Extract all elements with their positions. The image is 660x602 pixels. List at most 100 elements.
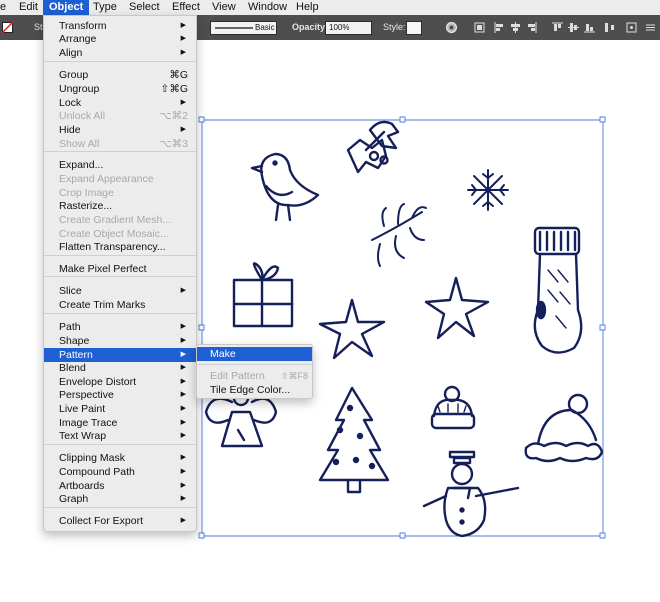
menu-item-label: Create Object Mosaic...	[59, 228, 169, 240]
submenu-arrow-icon: ▶	[180, 517, 186, 524]
menu-item-label: Perspective	[59, 389, 114, 401]
menu-item-label: Create Trim Marks	[59, 299, 146, 311]
angel-doodle-icon	[204, 389, 278, 448]
submenu-arrow-icon: ▶	[180, 432, 186, 439]
menu-item-envelope-distort[interactable]: Envelope Distort ▶	[44, 375, 196, 389]
brush-label: Basic	[255, 23, 275, 32]
menu-separator	[44, 444, 196, 445]
selection-bounding-box[interactable]	[198, 116, 606, 539]
align-to-icon[interactable]	[474, 22, 485, 33]
menu-item-unlock-all: Unlock All ⌥⌘2	[44, 109, 196, 123]
align-center-icon[interactable]	[510, 22, 521, 33]
menu-separator	[44, 507, 196, 508]
branch-doodle-icon	[371, 203, 427, 267]
align-bottom-icon[interactable]	[584, 22, 595, 33]
transform-icon[interactable]	[626, 22, 637, 33]
submenu-item-label: Tile Edge Color...	[210, 384, 291, 396]
stroke-none-icon[interactable]	[2, 22, 13, 33]
menu-type[interactable]: Type	[93, 0, 117, 15]
brush-definition-dropdown[interactable]: Basic	[210, 21, 277, 35]
menu-item-label: Lock	[59, 97, 82, 109]
submenu-arrow-icon: ▶	[180, 495, 186, 502]
menu-item-label: Rasterize...	[59, 200, 113, 212]
menu-item-image-trace[interactable]: Image Trace ▶	[44, 416, 196, 430]
submenu-arrow-icon: ▶	[180, 49, 186, 56]
menu-window[interactable]: Window	[248, 0, 287, 15]
menu-item-show-all: Show All ⌥⌘3	[44, 137, 196, 151]
menu-object[interactable]: Object	[43, 0, 90, 15]
menu-item-label: Align	[59, 47, 83, 59]
recolor-artwork-icon[interactable]	[446, 22, 457, 33]
menu-item-create-object-mosaic: Create Object Mosaic...	[44, 227, 196, 241]
menu-item-group[interactable]: Group ⌘G	[44, 68, 196, 82]
menu-item-slice[interactable]: Slice ▶	[44, 284, 196, 298]
menu-item-ungroup[interactable]: Ungroup ⇧⌘G	[44, 82, 196, 96]
submenu-arrow-icon: ▶	[180, 287, 186, 294]
menu-item-text-wrap[interactable]: Text Wrap ▶	[44, 429, 196, 443]
star-doodle-icon	[424, 276, 490, 340]
menu-item-label: Crop Image	[59, 187, 114, 199]
distribute-icon[interactable]	[604, 22, 615, 33]
menu-item-label: Hide	[59, 124, 81, 136]
menu-item-label: Expand...	[59, 159, 104, 171]
submenu-item-shortcut: ⇧⌘F8	[280, 371, 308, 381]
menu-item-compound-path[interactable]: Compound Path ▶	[44, 465, 196, 479]
submenu-arrow-icon: ▶	[180, 351, 186, 358]
graphic-style-swatch[interactable]	[406, 21, 422, 35]
menu-item-expand-appearance: Expand Appearance	[44, 172, 196, 186]
menu-item-lock[interactable]: Lock ▶	[44, 96, 196, 110]
menu-item-path[interactable]: Path ▶	[44, 320, 196, 334]
menu-effect[interactable]: Effect	[172, 0, 200, 15]
align-right-icon[interactable]	[526, 22, 537, 33]
menu-item-label: Transform	[59, 20, 107, 32]
menu-item-shortcut: ⌘G	[169, 69, 188, 81]
menu-item-live-paint[interactable]: Live Paint ▶	[44, 402, 196, 416]
submenu-item-make[interactable]: Make	[197, 347, 312, 361]
menu-item-perspective[interactable]: Perspective ▶	[44, 388, 196, 402]
menu-help[interactable]: Help	[296, 0, 319, 15]
menu-separator	[44, 276, 196, 277]
snowflake-doodle-icon	[467, 169, 509, 211]
menu-item-hide[interactable]: Hide ▶	[44, 123, 196, 137]
submenu-item-tile-edge-color[interactable]: Tile Edge Color...	[197, 383, 312, 397]
style-label: Style:	[383, 22, 406, 32]
pattern-submenu: Make Edit Pattern ⇧⌘F8 Tile Edge Color...	[196, 344, 313, 399]
menu-item-collect-for-export[interactable]: Collect For Export ▶	[44, 514, 196, 528]
menu-item-artboards[interactable]: Artboards ▶	[44, 479, 196, 493]
menu-select[interactable]: Select	[129, 0, 160, 15]
menu-item-clipping-mask[interactable]: Clipping Mask ▶	[44, 451, 196, 465]
menu-item-arrange[interactable]: Arrange ▶	[44, 32, 196, 46]
menu-item-shortcut: ⌥⌘3	[159, 138, 188, 150]
align-top-icon[interactable]	[552, 22, 563, 33]
submenu-arrow-icon: ▶	[180, 364, 186, 371]
menu-item-label: Shape	[59, 335, 90, 347]
align-left-icon[interactable]	[494, 22, 505, 33]
menu-item-flatten-transparency[interactable]: Flatten Transparency...	[44, 240, 196, 254]
menu-item-label: Clipping Mask	[59, 452, 125, 464]
menu-item-label: Artboards	[59, 480, 105, 492]
menu-file[interactable]: e	[0, 0, 6, 15]
menu-bar: e Edit Object Type Select Effect View Wi…	[0, 0, 660, 15]
menu-item-rasterize[interactable]: Rasterize...	[44, 199, 196, 213]
menu-item-align[interactable]: Align ▶	[44, 46, 196, 60]
menu-item-create-trim-marks[interactable]: Create Trim Marks	[44, 298, 196, 312]
menu-item-blend[interactable]: Blend ▶	[44, 361, 196, 375]
panel-menu-icon[interactable]	[645, 22, 656, 33]
menu-item-graph[interactable]: Graph ▶	[44, 492, 196, 506]
gift-doodle-icon	[232, 262, 294, 328]
submenu-arrow-icon: ▶	[180, 482, 186, 489]
menu-item-transform[interactable]: Transform ▶	[44, 19, 196, 33]
opacity-input[interactable]: 100%	[325, 21, 372, 35]
menu-edit[interactable]: Edit	[19, 0, 38, 15]
menu-separator	[44, 255, 196, 256]
submenu-arrow-icon: ▶	[180, 337, 186, 344]
menu-item-make-pixel-perfect[interactable]: Make Pixel Perfect	[44, 262, 196, 276]
menu-view[interactable]: View	[212, 0, 236, 15]
submenu-arrow-icon: ▶	[180, 126, 186, 133]
menu-item-expand[interactable]: Expand...	[44, 158, 196, 172]
menu-item-label: Graph	[59, 493, 89, 505]
menu-item-label: Make Pixel Perfect	[59, 263, 147, 275]
menu-item-pattern[interactable]: Pattern ▶	[44, 348, 196, 362]
menu-item-shape[interactable]: Shape ▶	[44, 334, 196, 348]
align-middle-icon[interactable]	[568, 22, 579, 33]
